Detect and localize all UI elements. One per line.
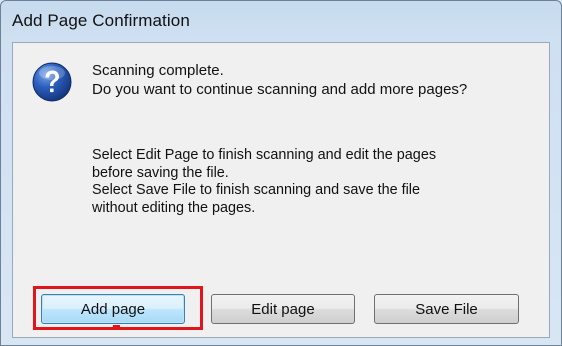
question-icon bbox=[32, 62, 72, 102]
title-bar[interactable]: Add Page Confirmation bbox=[1, 1, 561, 41]
add-page-button[interactable]: Add page bbox=[41, 294, 185, 324]
detail-line-4: without editing the pages. bbox=[92, 199, 256, 216]
message-primary: Scanning complete. Do you want to contin… bbox=[92, 61, 467, 99]
dialog-content: Scanning complete. Do you want to contin… bbox=[12, 42, 550, 338]
cursor-mark bbox=[113, 325, 120, 328]
detail-line-1: Select Edit Page to finish scanning and … bbox=[92, 147, 437, 163]
detail-line-3: Select Save File to finish scanning and … bbox=[92, 182, 420, 198]
message-line-1: Scanning complete. bbox=[92, 62, 224, 79]
save-file-button[interactable]: Save File bbox=[374, 294, 519, 324]
edit-page-button[interactable]: Edit page bbox=[211, 294, 355, 324]
message-line-2: Do you want to continue scanning and add… bbox=[92, 81, 468, 98]
dialog-window: Add Page Confirmation Scanning complete.… bbox=[0, 0, 562, 346]
detail-line-2: before saving the file. bbox=[92, 164, 229, 181]
message-detail: Select Edit Page to finish scanning and … bbox=[92, 147, 532, 217]
dialog-title: Add Page Confirmation bbox=[12, 11, 190, 30]
